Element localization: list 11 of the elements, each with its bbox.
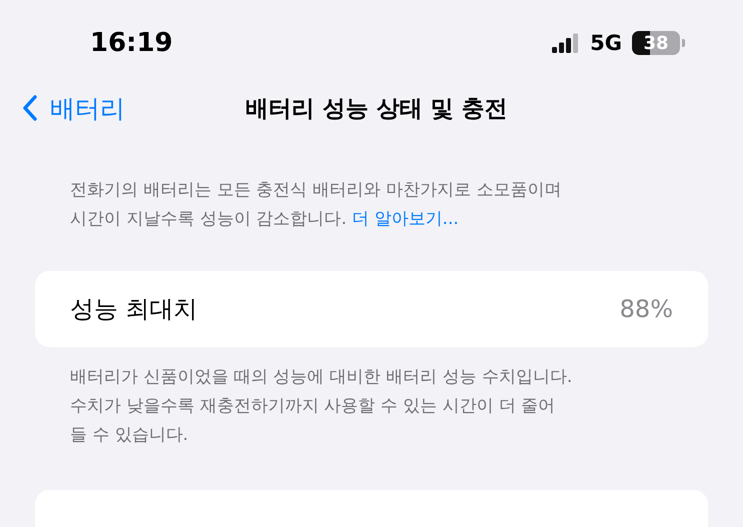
capacity-note: 배터리가 신품이었을 때의 성능에 대비한 배터리 성능 수치입니다. 수치가 낮을수록 재충전하기까지 사용할 수 있는 시간이 더 줄어 들 수 있습니다. [70, 366, 574, 447]
page-title: 배터리 성능 상태 및 충전 [245, 94, 508, 124]
back-button[interactable]: 배터리 [22, 92, 125, 124]
chevron-left-icon [22, 94, 38, 122]
intro-text: 전화기의 배터리는 모든 충전식 배터리와 마찬가지로 소모품이며 시간이 지날수록 성능이 감소합니다. 더 알아보기... [70, 179, 562, 231]
capacity-label: 성능 최대치 [70, 294, 199, 325]
learn-more-link[interactable]: 더 알아보기... [352, 209, 459, 229]
network-label: 5G [590, 31, 622, 55]
capacity-value: 88% [620, 295, 673, 323]
status-time: 16:19 [90, 28, 173, 58]
signal-icon [552, 33, 580, 53]
